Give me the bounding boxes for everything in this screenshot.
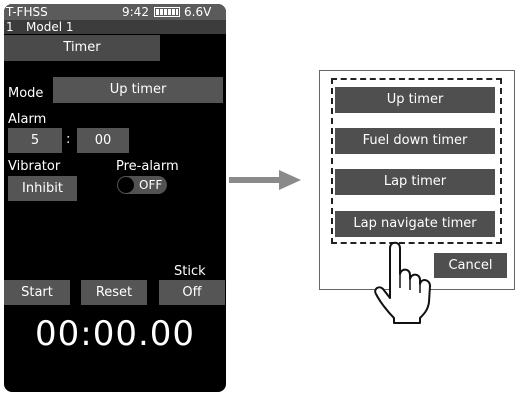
option-up-timer[interactable]: Up timer <box>335 87 495 113</box>
option-lap-navigate-timer[interactable]: Lap navigate timer <box>335 211 495 237</box>
stick-label: Stick <box>174 264 206 279</box>
start-button[interactable]: Start <box>4 280 70 305</box>
vibrator-inhibit-button[interactable]: Inhibit <box>8 176 77 201</box>
prealarm-label: Pre-alarm <box>116 159 179 174</box>
system-label: T-FHSS <box>6 5 48 19</box>
stick-switch-button[interactable]: Off <box>159 280 225 305</box>
prealarm-state: OFF <box>139 178 163 192</box>
option-fuel-down-timer[interactable]: Fuel down timer <box>335 128 495 154</box>
model-name: Model 1 <box>26 20 74 34</box>
toggle-knob <box>118 177 134 193</box>
model-bar: 1 Model 1 <box>4 20 226 34</box>
prealarm-toggle[interactable]: OFF <box>117 176 167 194</box>
mode-label: Mode <box>8 86 44 101</box>
screen-title-button[interactable]: Timer <box>4 35 160 61</box>
battery-voltage: 6.6V <box>184 5 212 19</box>
alarm-seconds-field[interactable]: 00 <box>77 128 129 153</box>
pointing-hand-icon <box>374 241 431 324</box>
alarm-minutes-field[interactable]: 5 <box>8 128 62 153</box>
right-arrow-icon <box>229 170 301 190</box>
timer-display: 00:00.00 <box>34 314 196 354</box>
clock-time: 9:42 <box>122 5 149 19</box>
model-number: 1 <box>6 20 14 34</box>
alarm-separator: : <box>66 132 71 147</box>
status-bar: T-FHSS 9:42 6.6V <box>4 4 226 20</box>
battery-icon <box>154 7 180 17</box>
mode-select-button[interactable]: Up timer <box>53 77 223 103</box>
vibrator-label: Vibrator <box>8 159 61 174</box>
reset-button[interactable]: Reset <box>81 280 147 305</box>
alarm-label: Alarm <box>8 112 47 127</box>
cancel-button[interactable]: Cancel <box>434 253 507 278</box>
transmitter-screen: T-FHSS 9:42 6.6V 1 Model 1 Timer Mode Up… <box>4 4 226 392</box>
option-lap-timer[interactable]: Lap timer <box>335 169 495 195</box>
